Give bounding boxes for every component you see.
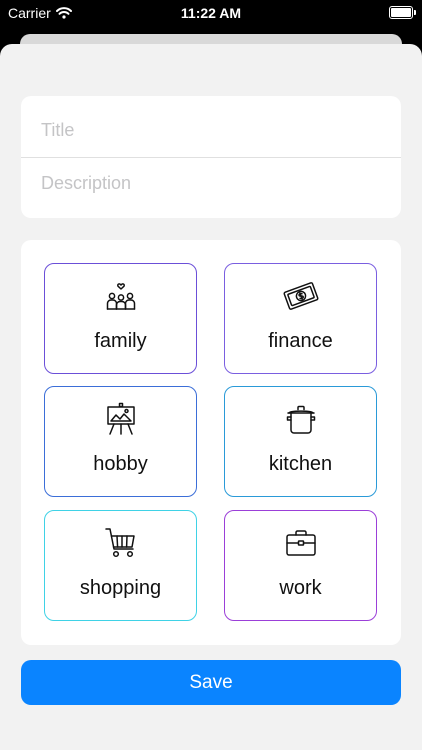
category-label-hobby: hobby (93, 453, 148, 475)
category-tile-family[interactable]: family (44, 263, 197, 374)
briefcase-icon (285, 530, 316, 556)
status-time: 11:22 AM (180, 5, 242, 21)
easel-icon (106, 402, 135, 435)
description-input[interactable] (41, 171, 401, 195)
title-input[interactable] (41, 118, 401, 142)
category-label-family: family (94, 330, 147, 352)
family-icon (106, 283, 135, 310)
category-label-kitchen: kitchen (268, 453, 333, 475)
category-label-work: work (279, 577, 322, 599)
category-tile-kitchen[interactable]: kitchen (224, 386, 377, 497)
category-tile-shopping[interactable]: shopping (44, 510, 197, 621)
save-button[interactable]: Save (21, 660, 401, 705)
field-divider (21, 157, 401, 158)
shopping-cart-icon (104, 528, 135, 558)
category-grid: family finance hobby kitchen shopping wo… (21, 240, 401, 645)
category-label-shopping: shopping (79, 577, 162, 599)
money-icon (282, 282, 319, 310)
category-tile-finance[interactable]: finance (224, 263, 377, 374)
status-bar: Carrier 11:22 AM (0, 0, 422, 30)
category-tile-work[interactable]: work (224, 510, 377, 621)
text-fields-card (21, 96, 401, 218)
battery-icon (389, 6, 416, 19)
cooking-pot-icon (286, 405, 315, 434)
category-label-finance: finance (268, 330, 333, 352)
new-task-sheet: family finance (0, 44, 422, 750)
category-tile-hobby[interactable]: hobby (44, 386, 197, 497)
